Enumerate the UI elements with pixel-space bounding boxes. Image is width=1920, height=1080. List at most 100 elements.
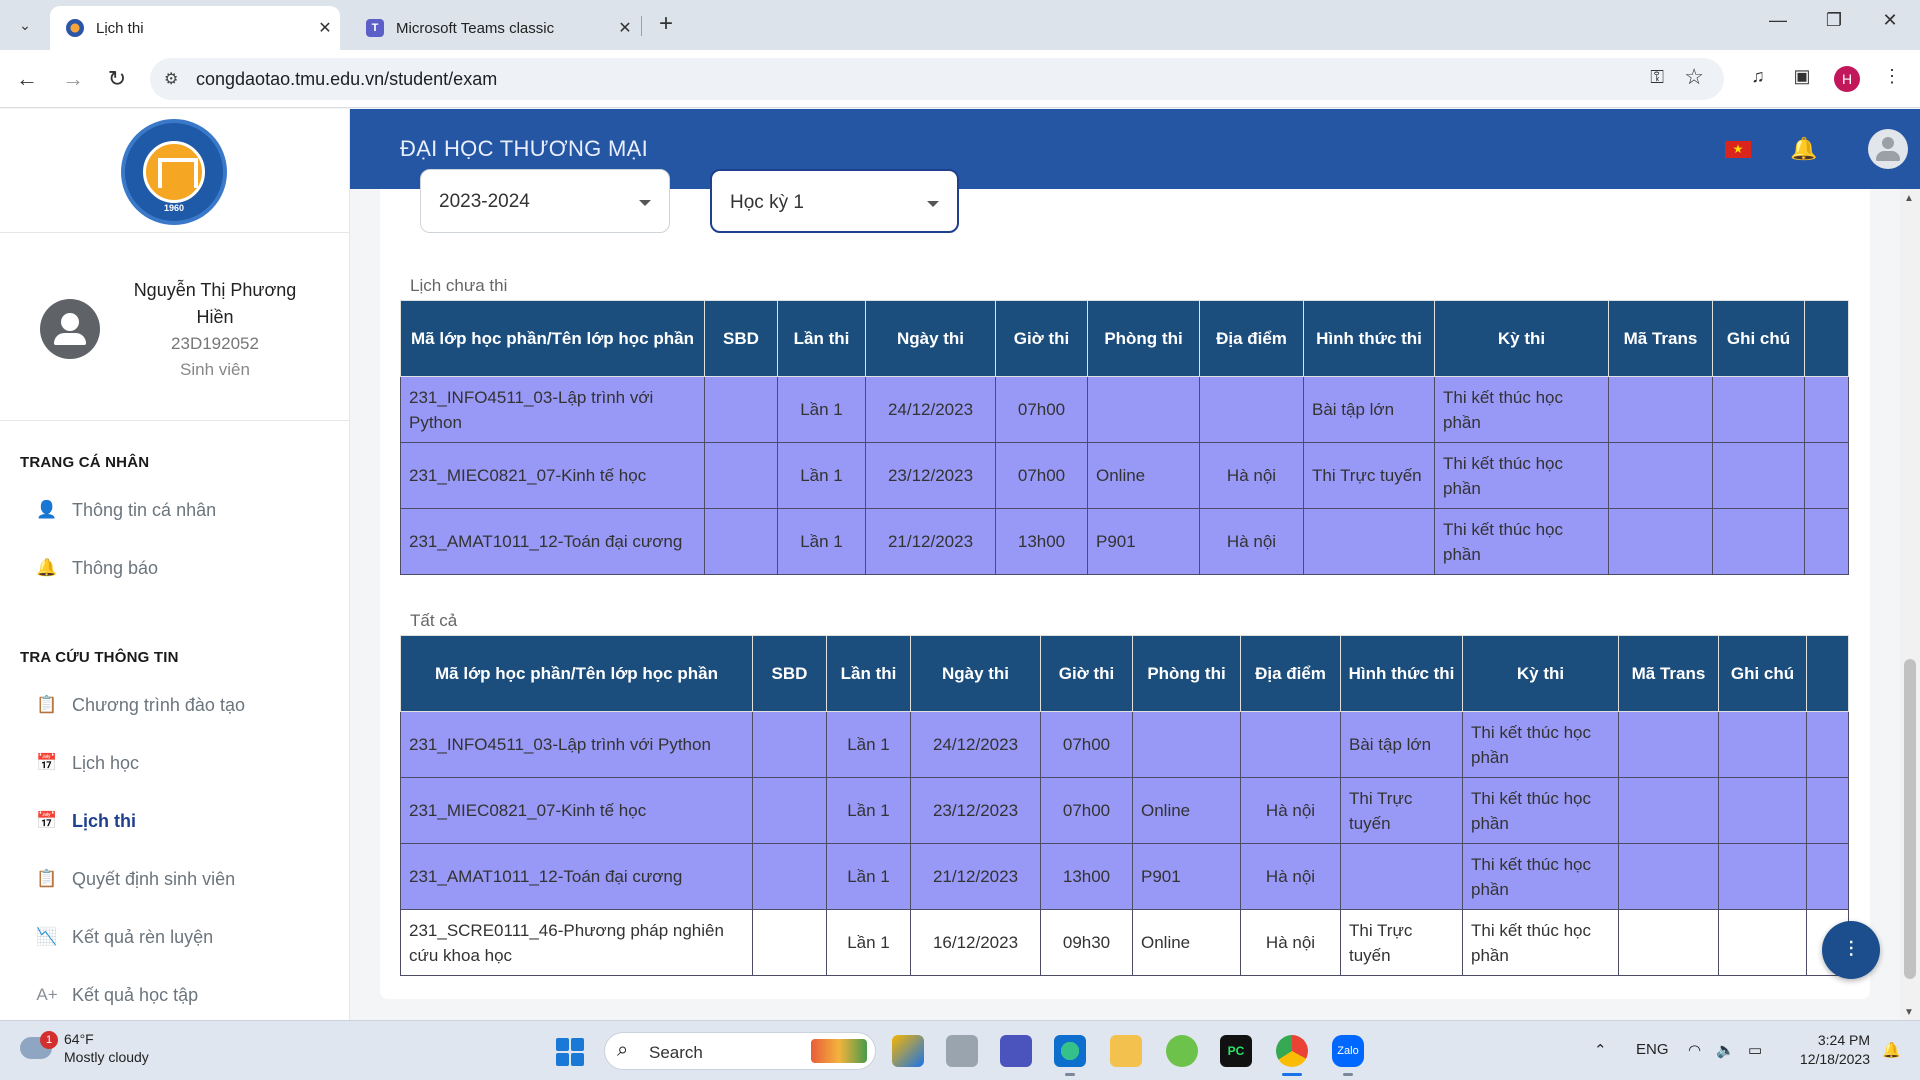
room-cell: P901	[1132, 843, 1241, 910]
sidebar: 1960 Nguyễn Thị Phương Hiền 23D192052 Si…	[0, 109, 350, 1020]
column-header: Mã Trans	[1618, 635, 1719, 712]
calendar-icon: 📅	[36, 753, 58, 772]
scroll-down-arrow-icon[interactable]: ▼	[1904, 1007, 1914, 1018]
scrollbar-thumb[interactable]	[1904, 659, 1916, 979]
volume-icon[interactable]: 🔈	[1716, 1041, 1735, 1059]
copilot-app-icon[interactable]	[892, 1035, 924, 1067]
password-key-icon[interactable]: ⚿	[1650, 67, 1664, 88]
room-cell: P901	[1087, 508, 1200, 575]
profile-avatar[interactable]: H	[1834, 66, 1860, 92]
browser-tab-strip: ⌄ Lịch thi ✕ T Microsoft Teams classic ✕…	[0, 0, 1920, 50]
edge-app-icon[interactable]	[1054, 1035, 1086, 1076]
column-header: Ngày thi	[910, 635, 1041, 712]
column-header: Mã lớp học phần/Tên lớp học phần	[400, 635, 753, 712]
table-row[interactable]: 231_INFO4511_03-Lập trình với Python Lần…	[400, 711, 1849, 778]
forward-button[interactable]: →	[58, 64, 88, 94]
pycharm-app-icon[interactable]: PC	[1220, 1035, 1252, 1067]
page-scrollbar[interactable]: ▲ ▼	[1900, 189, 1920, 1020]
trans-cell	[1608, 442, 1713, 509]
tab-close-icon[interactable]: ✕	[310, 18, 340, 38]
file-app-icon[interactable]	[946, 1035, 978, 1067]
sidebar-item-student-decisions[interactable]: 📋 Quyết định sinh viên	[36, 861, 336, 897]
sidebar-item-exam-schedule[interactable]: 📅 Lịch thi	[36, 803, 336, 839]
taskbar-search-label: Search	[649, 1043, 703, 1062]
close-window-button[interactable]: ✕	[1870, 10, 1910, 40]
zalo-app-icon[interactable]: Zalo	[1332, 1035, 1364, 1076]
taskbar-search[interactable]: ⌕ Search	[604, 1032, 876, 1070]
table-row[interactable]: 231_MIEC0821_07-Kinh tế học Lần 1 23/12/…	[400, 777, 1849, 844]
teams-icon: T	[366, 19, 384, 37]
bookmark-star-icon[interactable]: ☆	[1684, 64, 1704, 90]
sidebar-item-academic-results[interactable]: A+ Kết quả học tập	[36, 977, 336, 1013]
windows-start-icon[interactable]	[556, 1038, 584, 1066]
clipboard-icon: 📋	[36, 869, 58, 888]
sbd-cell	[704, 442, 778, 509]
sidebar-item-label: Thông báo	[72, 557, 159, 578]
room-cell	[1087, 376, 1200, 443]
reload-button[interactable]: ↻	[102, 64, 132, 94]
leaf-app-icon[interactable]	[1166, 1035, 1198, 1067]
header-user-avatar[interactable]	[1868, 129, 1908, 169]
exam-type-cell: Thi kết thúc học phần	[1434, 508, 1609, 575]
teams-app-icon[interactable]	[1000, 1035, 1032, 1067]
sidebar-item-notifications[interactable]: 🔔 Thông báo	[36, 550, 336, 586]
clipboard-icon: 📋	[36, 695, 58, 714]
sidebar-item-curriculum[interactable]: 📋 Chương trình đào tạo	[36, 687, 336, 723]
search-icon: ⌕	[617, 1039, 629, 1061]
course-cell: 231_INFO4511_03-Lập trình với Python	[400, 376, 705, 443]
chrome-app-icon[interactable]	[1276, 1035, 1308, 1076]
empty-cell	[1804, 442, 1849, 509]
side-panel-icon[interactable]: ▣	[1788, 66, 1816, 92]
vietnam-flag-icon[interactable]: ★	[1725, 141, 1751, 158]
form-cell: Thi Trực tuyến	[1340, 909, 1463, 976]
media-control-icon[interactable]: ♫	[1744, 66, 1772, 92]
time-cell: 07h00	[995, 442, 1088, 509]
tray-overflow-icon[interactable]: ⌃	[1594, 1041, 1607, 1059]
minimize-button[interactable]: —	[1758, 10, 1798, 40]
tab-close-icon[interactable]: ✕	[610, 18, 640, 38]
exam-type-cell: Thi kết thúc học phần	[1462, 843, 1619, 910]
system-clock[interactable]: 3:24 PM 12/18/2023	[1780, 1031, 1870, 1069]
back-button[interactable]: ←	[12, 64, 42, 94]
address-bar[interactable]: ⚙ congdaotao.tmu.edu.vn/student/exam ⚿ ☆	[150, 58, 1724, 100]
notification-bell-icon[interactable]: 🔔	[1790, 136, 1817, 162]
restore-button[interactable]: ❐	[1814, 10, 1854, 40]
trans-cell	[1618, 777, 1719, 844]
wifi-icon[interactable]: ◠	[1688, 1041, 1701, 1059]
sbd-cell	[704, 508, 778, 575]
empty-cell	[1806, 711, 1849, 778]
language-indicator[interactable]: ENG	[1636, 1041, 1669, 1058]
table-row[interactable]: 231_AMAT1011_12-Toán đại cương Lần 1 21/…	[400, 508, 1849, 575]
site-info-icon[interactable]: ⚙	[164, 69, 178, 89]
sidebar-item-training-results[interactable]: 📉 Kết quả rèn luyện	[36, 919, 336, 955]
university-logo[interactable]: 1960	[121, 119, 227, 225]
column-header: Giờ thi	[1040, 635, 1133, 712]
browser-tab-teams[interactable]: T Microsoft Teams classic ✕	[350, 6, 640, 50]
browser-tab-active[interactable]: Lịch thi ✕	[50, 6, 340, 50]
note-cell	[1712, 376, 1805, 443]
table-row[interactable]: 231_MIEC0821_07-Kinh tế học Lần 1 23/12/…	[400, 442, 1849, 509]
filter-fab-button[interactable]: ⫶	[1822, 921, 1880, 979]
year-select[interactable]: 2023-2024	[420, 169, 670, 233]
table-row[interactable]: 231_INFO4511_03-Lập trình với Python Lần…	[400, 376, 1849, 443]
sidebar-item-personal-info[interactable]: 👤 Thông tin cá nhân	[36, 492, 336, 528]
course-cell: 231_AMAT1011_12-Toán đại cương	[400, 508, 705, 575]
tab-search-button[interactable]: ⌄	[12, 13, 38, 37]
battery-icon[interactable]: ▭	[1748, 1041, 1762, 1059]
new-tab-button[interactable]: +	[652, 12, 680, 38]
notification-icon[interactable]: 🔔	[1882, 1041, 1901, 1059]
user-avatar	[40, 299, 100, 359]
browser-menu-icon[interactable]: ⋮	[1878, 66, 1906, 92]
table-row[interactable]: 231_SCRE0111_46-Phương pháp nghiên cứu k…	[400, 909, 1849, 976]
file-explorer-icon[interactable]	[1110, 1035, 1142, 1067]
date-cell: 16/12/2023	[910, 909, 1041, 976]
user-role: Sinh viên	[180, 360, 250, 379]
url-text[interactable]: congdaotao.tmu.edu.vn/student/exam	[196, 69, 497, 90]
form-cell: Thi Trực tuyến	[1303, 442, 1435, 509]
scroll-up-arrow-icon[interactable]: ▲	[1904, 193, 1914, 204]
person-icon: 👤	[36, 500, 58, 519]
sidebar-item-class-schedule[interactable]: 📅 Lịch học	[36, 745, 336, 781]
sbd-cell	[752, 711, 827, 778]
term-select[interactable]: Học kỳ 1	[710, 169, 959, 233]
table-row[interactable]: 231_AMAT1011_12-Toán đại cương Lần 1 21/…	[400, 843, 1849, 910]
